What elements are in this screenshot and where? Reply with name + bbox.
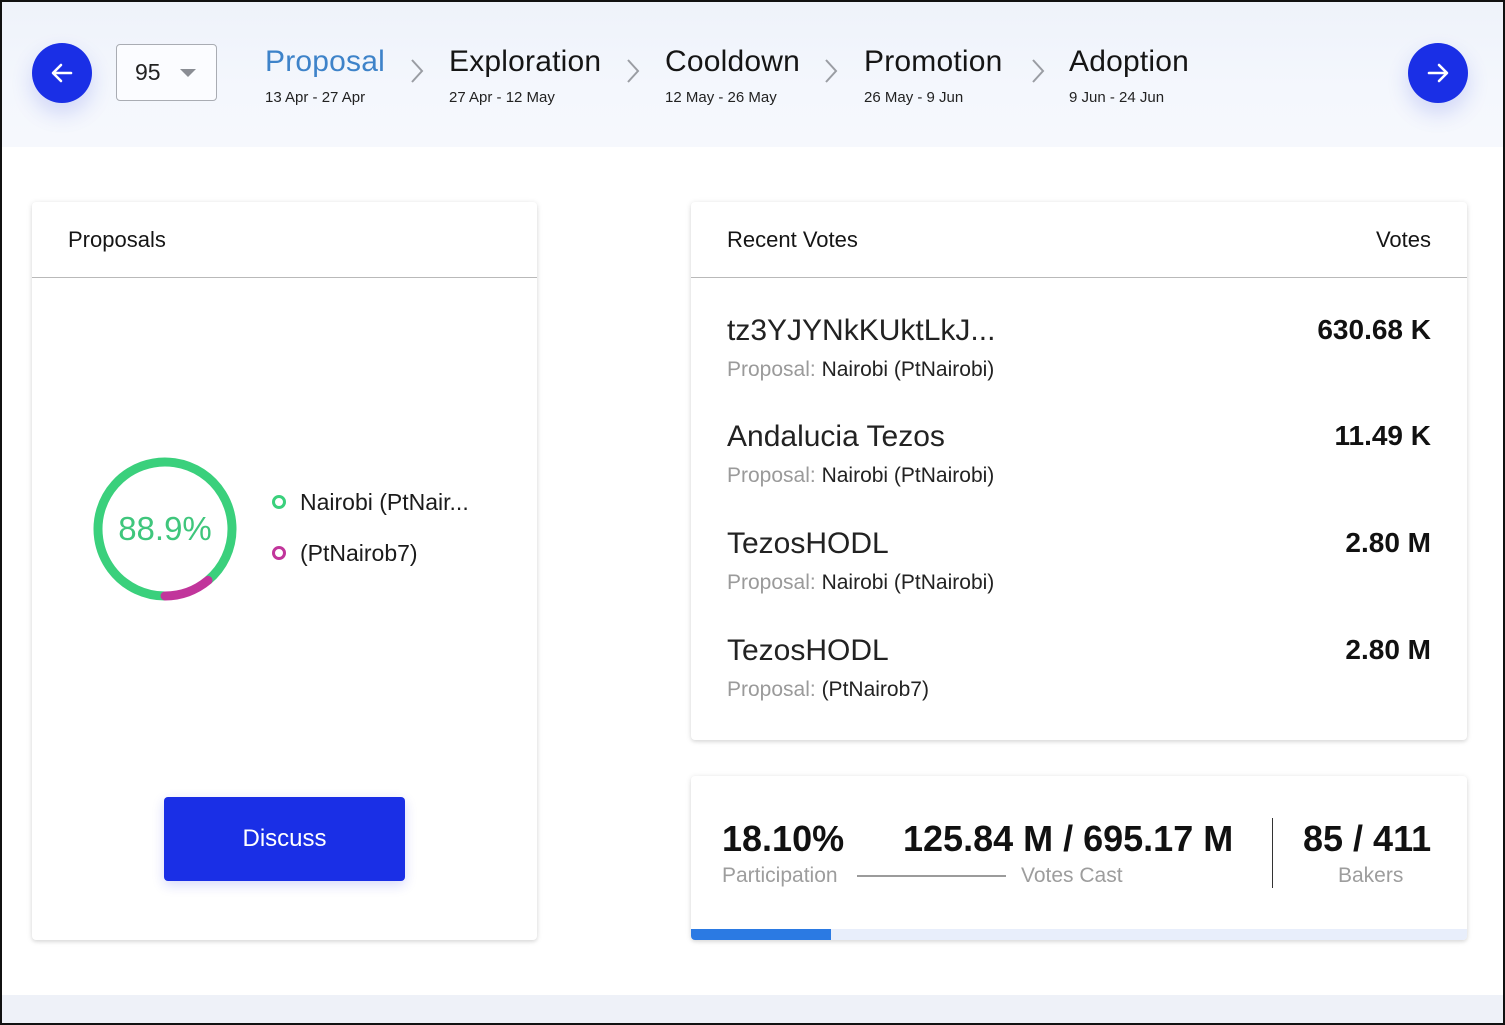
step-name: Adoption <box>1069 45 1190 78</box>
vote-row[interactable]: TezosHODL 2.80 M Proposal: (PtNairob7) <box>727 634 1431 724</box>
vote-amount: 2.80 M <box>1345 527 1431 558</box>
vote-proposal: Proposal: Nairobi (PtNairobi) <box>727 571 994 595</box>
next-period-button[interactable] <box>1408 43 1468 103</box>
vote-proposal: Proposal: (PtNairob7) <box>727 678 929 702</box>
voter-name[interactable]: Andalucia Tezos <box>727 420 945 454</box>
proposals-title: Proposals <box>68 226 166 252</box>
discuss-button[interactable]: Discuss <box>164 797 405 881</box>
participation-value: 18.10% <box>722 818 845 859</box>
stat-connector-line <box>857 875 1006 877</box>
legend-item-ptnairob7[interactable]: (PtNairob7) <box>272 540 469 566</box>
proposals-card: Proposals 88.9% Nairobi (PtNair... (PtNa… <box>32 202 537 940</box>
step-name: Cooldown <box>665 45 801 78</box>
voter-name[interactable]: tz3YJYNkKUktLkJ... <box>727 314 995 348</box>
participation-stats-card: 18.10% Participation 125.84 M / 695.17 M… <box>691 776 1467 940</box>
proposal-prefix: Proposal: <box>727 571 816 594</box>
arrow-left-icon <box>51 63 73 83</box>
step-dates: 12 May - 26 May <box>665 89 777 106</box>
proposal-name: Nairobi (PtNairobi) <box>821 358 995 381</box>
vote-row[interactable]: Andalucia Tezos 11.49 K Proposal: Nairob… <box>727 420 1431 510</box>
proposal-name: Nairobi (PtNairobi) <box>821 571 995 594</box>
voter-name[interactable]: TezosHODL <box>727 634 889 668</box>
step-dates: 27 Apr - 12 May <box>449 89 555 106</box>
step-cooldown[interactable]: Cooldown 12 May - 26 May <box>665 45 800 106</box>
step-exploration[interactable]: Exploration 27 Apr - 12 May <box>449 45 601 106</box>
footer-strip <box>0 995 1505 1025</box>
vote-proposal: Proposal: Nairobi (PtNairobi) <box>727 358 994 382</box>
caret-down-icon <box>180 69 196 77</box>
step-dates: 26 May - 9 Jun <box>864 89 964 106</box>
legend-label: Nairobi (PtNair... <box>300 488 469 515</box>
vote-proposal: Proposal: Nairobi (PtNairobi) <box>727 464 994 488</box>
step-dates: 9 Jun - 24 Jun <box>1069 89 1165 106</box>
vote-row[interactable]: tz3YJYNkKUktLkJ... 630.68 K Proposal: Na… <box>727 314 1431 404</box>
arrow-right-icon <box>1427 63 1449 83</box>
chevron-right-icon <box>1031 58 1045 84</box>
vote-amount: 2.80 M <box>1345 634 1431 665</box>
step-name: Exploration <box>449 45 602 78</box>
period-select-value: 95 <box>135 59 161 85</box>
recent-votes-card: Recent Votes Votes tz3YJYNkKUktLkJ... 63… <box>691 202 1467 740</box>
votes-cast-value: 125.84 M / 695.17 M <box>903 818 1234 859</box>
proposal-prefix: Proposal: <box>727 358 816 381</box>
vote-row[interactable]: TezosHODL 2.80 M Proposal: Nairobi (PtNa… <box>727 527 1431 617</box>
vote-amount: 11.49 K <box>1334 420 1431 451</box>
stat-divider <box>1272 818 1273 888</box>
proposal-name: Nairobi (PtNairobi) <box>821 464 995 487</box>
legend-label: (PtNairob7) <box>300 539 418 566</box>
legend-item-nairobi[interactable]: Nairobi (PtNair... <box>272 489 469 515</box>
proposals-card-header: Proposals <box>32 202 537 278</box>
step-promotion[interactable]: Promotion 26 May - 9 Jun <box>864 45 1003 106</box>
participation-progress-fill <box>691 929 832 940</box>
recent-votes-title: Recent Votes <box>727 226 858 252</box>
donut-center-label: 88.9% <box>118 510 212 547</box>
period-stepper-header: 95 Proposal 13 Apr - 27 Apr Exploration … <box>0 0 1505 147</box>
period-select[interactable]: 95 <box>116 44 217 101</box>
chevron-right-icon <box>410 58 424 84</box>
vote-amount: 630.68 K <box>1317 314 1431 345</box>
votes-column-header: Votes <box>1375 226 1431 252</box>
participation-label: Participation <box>722 864 838 887</box>
step-adoption[interactable]: Adoption 9 Jun - 24 Jun <box>1069 45 1189 106</box>
step-proposal[interactable]: Proposal 13 Apr - 27 Apr <box>265 45 385 106</box>
step-name: Promotion <box>864 45 1003 78</box>
votes-cast-label: Votes Cast <box>1021 864 1123 887</box>
previous-period-button[interactable] <box>32 43 92 103</box>
step-name: Proposal <box>265 45 386 78</box>
legend-dot-icon <box>272 546 286 560</box>
recent-votes-header: Recent Votes Votes <box>691 202 1467 278</box>
step-dates: 13 Apr - 27 Apr <box>265 89 366 106</box>
bakers-value: 85 / 411 <box>1303 818 1432 859</box>
chevron-right-icon <box>824 58 838 84</box>
legend-dot-icon <box>272 495 286 509</box>
participation-progress-bar <box>691 929 1467 940</box>
chevron-right-icon <box>626 58 640 84</box>
voter-name[interactable]: TezosHODL <box>727 527 889 561</box>
bakers-label: Bakers <box>1338 864 1404 887</box>
proposals-legend: Nairobi (PtNair... (PtNairob7) <box>272 489 469 591</box>
proposal-name: (PtNairob7) <box>821 678 929 701</box>
proposal-prefix: Proposal: <box>727 678 816 701</box>
proposal-prefix: Proposal: <box>727 464 816 487</box>
